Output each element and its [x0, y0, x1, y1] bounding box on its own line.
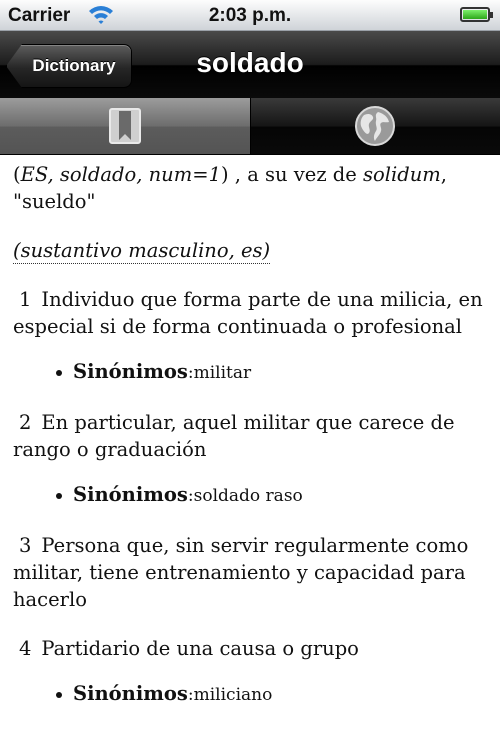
sense-text: Persona que, sin servir regularmente com… [13, 534, 469, 611]
clock: 2:03 p.m. [208, 5, 292, 26]
sense-3: 3 Persona que, sin servir regularmente co… [13, 532, 488, 613]
sense-1: 1 Individuo que forma parte de una milici… [13, 286, 488, 340]
bookmark-icon [108, 108, 141, 144]
back-button-label: Dictionary [32, 56, 116, 75]
page-title: soldado [196, 47, 304, 78]
sense-number: 4 [19, 637, 32, 660]
synonyms-2: Sinónimos:soldado raso [13, 481, 488, 510]
sense-text: Partidario de una causa o grupo [41, 637, 359, 660]
tab-web[interactable] [249, 98, 500, 154]
globe-icon [355, 106, 396, 146]
entry-content: (ES, soldado, num=1) , a su vez de solid… [0, 155, 500, 709]
synonyms-label: Sinónimos [73, 360, 188, 383]
synonyms-value: :miliciano [187, 685, 273, 705]
sense-text: Individuo que forma parte de una milicia… [13, 288, 483, 338]
sense-text: En particular, aquel militar que carece … [13, 411, 455, 461]
sense-2: 2 En particular, aquel militar que carece… [13, 409, 488, 463]
sense-number: 1 [19, 288, 32, 311]
etymology-connector: ) , a su vez de [220, 163, 364, 186]
synonyms-1: Sinónimos:militar [13, 358, 488, 387]
synonyms-label: Sinónimos [73, 483, 188, 506]
part-of-speech-link[interactable]: (sustantivo masculino, es) [13, 238, 271, 264]
etymology-source: ES, soldado, num=1 [20, 163, 221, 186]
sense-number: 2 [19, 411, 32, 434]
synonyms-value: :militar [187, 363, 252, 383]
etymology-origin-word: solidum [363, 163, 441, 186]
etymology: (ES, soldado, num=1) , a su vez de solid… [13, 161, 488, 215]
tab-bookmark[interactable] [0, 98, 250, 154]
status-bar: Carrier 2:03 p.m. [0, 0, 500, 31]
synonyms-value: :soldado raso [187, 486, 303, 506]
sense-4: 4 Partidario de una causa o grupo [13, 635, 488, 662]
navigation-bar: Dictionary soldado [0, 31, 500, 99]
back-button[interactable]: Dictionary [6, 44, 132, 88]
synonyms-label: Sinónimos [73, 682, 188, 705]
etymology-open: ( [13, 163, 21, 186]
battery-icon [460, 7, 493, 22]
etymology-comma: , [440, 163, 447, 186]
synonyms-4: Sinónimos:miliciano [13, 680, 488, 709]
etymology-meaning: "sueldo" [13, 190, 96, 213]
sense-number: 3 [19, 534, 32, 557]
segmented-toolbar [0, 98, 500, 155]
